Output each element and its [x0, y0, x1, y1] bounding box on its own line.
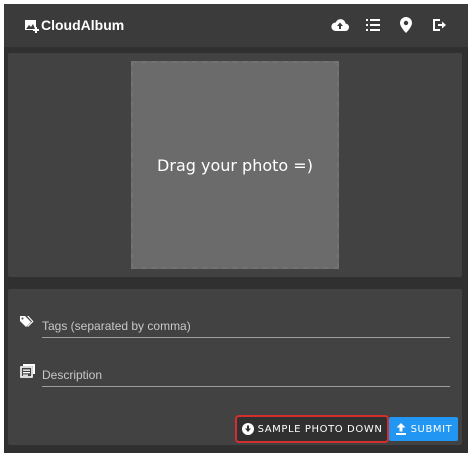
photo-dropzone[interactable]: Drag your photo =)	[131, 61, 339, 269]
upload-icon	[395, 423, 407, 435]
location-pin-icon[interactable]	[397, 16, 415, 34]
photo-form: SAMPLE PHOTO DOWN SUBMIT	[8, 289, 462, 445]
add-photo-icon	[24, 17, 40, 33]
cloud-upload-icon[interactable]	[331, 16, 349, 34]
description-input[interactable]	[42, 368, 450, 387]
sample-photo-download-label: SAMPLE PHOTO DOWN	[257, 423, 383, 435]
submit-button[interactable]: SUBMIT	[389, 417, 458, 441]
app-window: CloudAlbum Drag your photo =) Tags (sepa…	[4, 4, 468, 453]
submit-label: SUBMIT	[410, 423, 453, 435]
app-title: CloudAlbum	[41, 17, 125, 33]
app-bar: CloudAlbum	[4, 4, 468, 47]
sample-photo-download-button[interactable]: SAMPLE PHOTO DOWN	[237, 417, 387, 441]
tags-input[interactable]	[42, 319, 450, 338]
description-icon	[20, 363, 36, 379]
list-icon[interactable]	[364, 16, 382, 34]
dropzone-text: Drag your photo =)	[157, 155, 313, 175]
upload-panel: Drag your photo =)	[8, 53, 462, 277]
brand[interactable]: CloudAlbum	[24, 16, 124, 34]
tag-icon	[20, 315, 36, 331]
sign-out-icon[interactable]	[430, 16, 448, 34]
download-icon	[241, 423, 254, 435]
